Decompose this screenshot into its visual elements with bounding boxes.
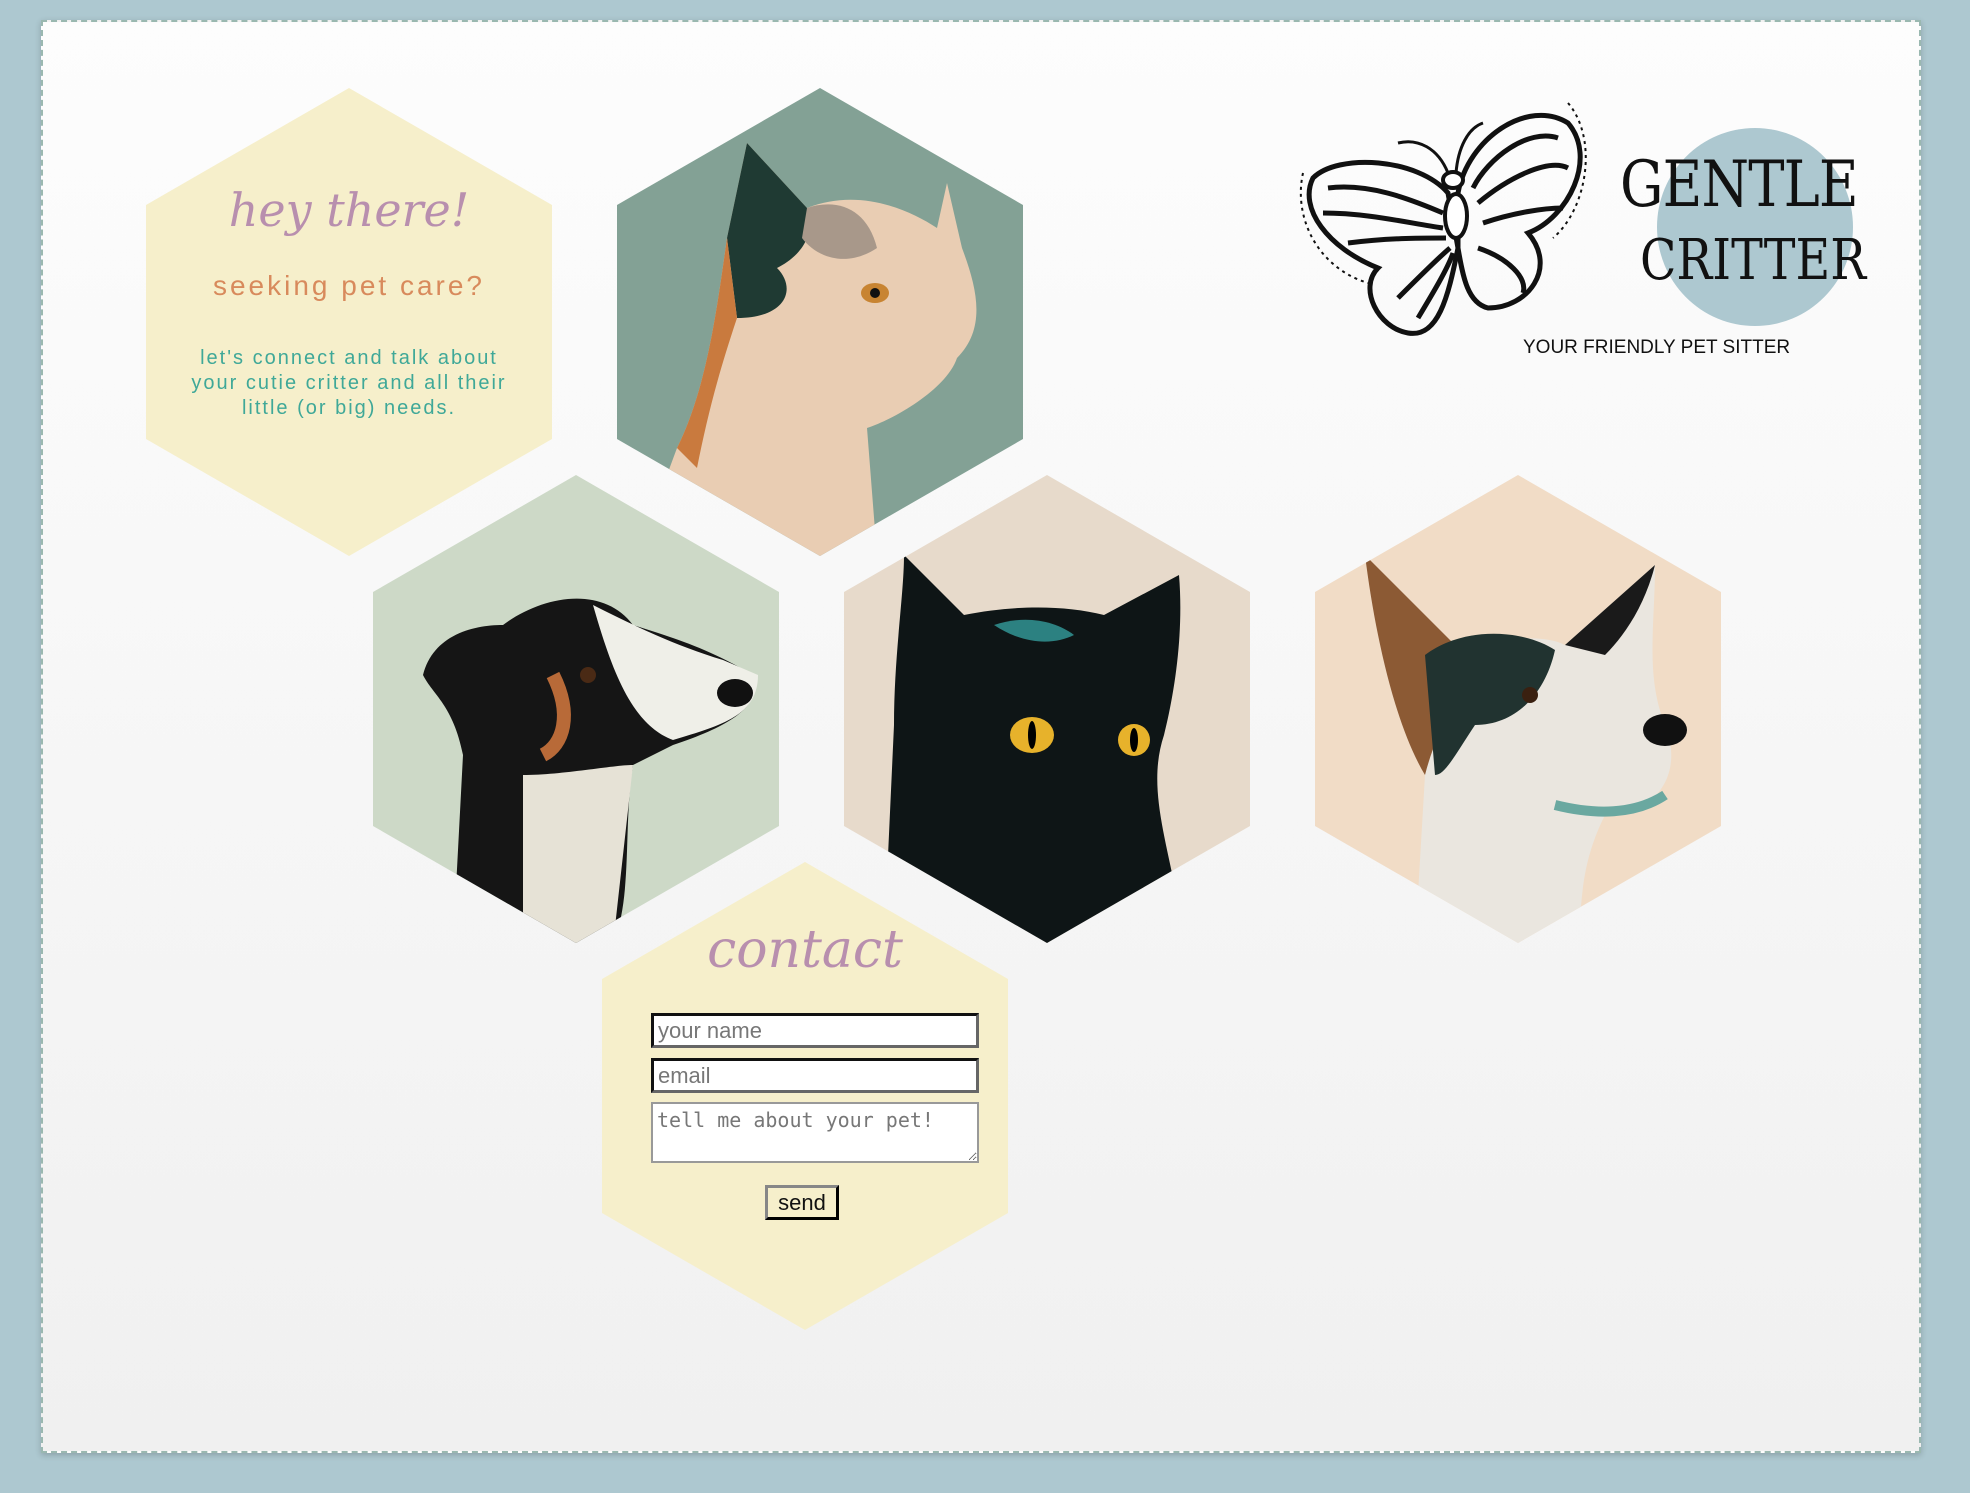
name-input[interactable]	[651, 1013, 979, 1048]
logo-tagline: YOUR FRIENDLY PET SITTER	[1523, 337, 1791, 358]
logo-title-line2: CRITTER	[1640, 228, 1867, 293]
intro-subtitle: seeking pet care?	[212, 270, 486, 301]
email-input[interactable]	[651, 1058, 979, 1093]
message-textarea[interactable]	[651, 1102, 979, 1163]
butterfly-icon	[1299, 102, 1587, 336]
logo-title-line1: GENTLE	[1620, 148, 1859, 222]
intro-title: hey there!	[228, 183, 470, 237]
intro-body: let's connect and talk about your cutie …	[191, 347, 507, 419]
send-button[interactable]: send	[765, 1185, 839, 1220]
